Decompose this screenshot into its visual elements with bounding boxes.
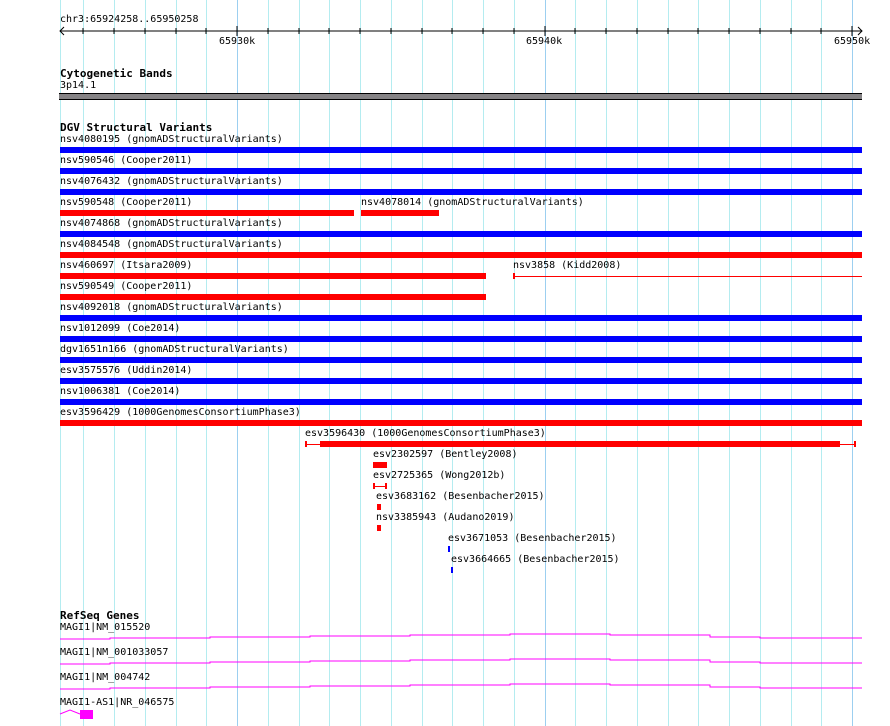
gene-models[interactable] (0, 0, 890, 726)
gene-model (60, 683, 862, 690)
gene-exon (80, 710, 93, 719)
genome-browser: chr3:65924258..65950258 65930k 65940k 65… (0, 0, 890, 726)
gene-model (59, 709, 81, 715)
gene-model (60, 658, 862, 665)
gene-model (60, 633, 862, 640)
